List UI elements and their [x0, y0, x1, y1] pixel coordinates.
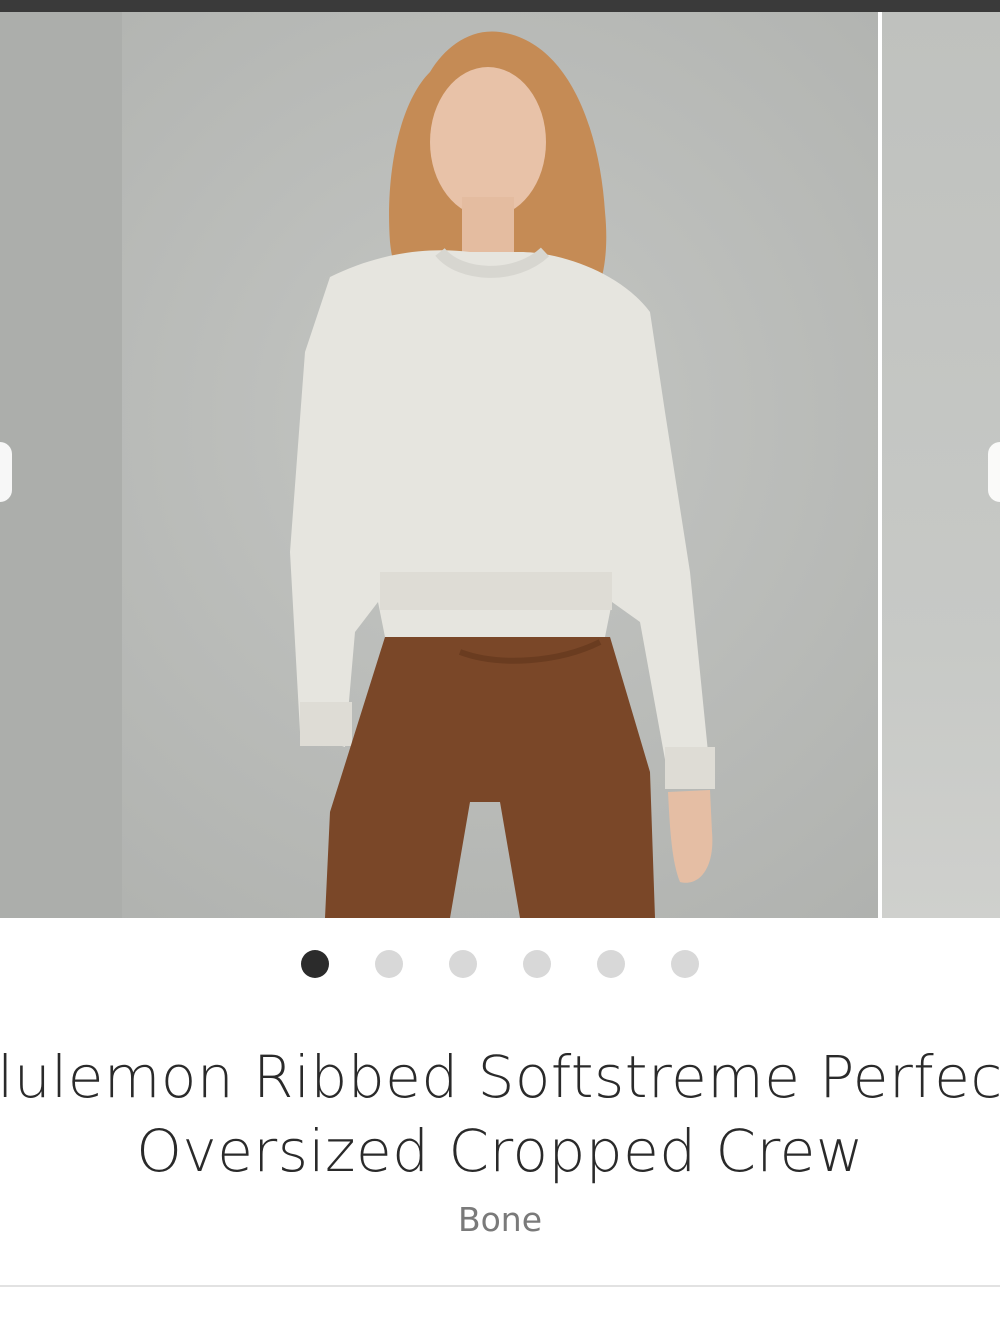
- product-image-main[interactable]: [0, 12, 878, 918]
- pagination-dot-4[interactable]: [523, 950, 551, 978]
- chevron-right-icon[interactable]: [988, 442, 1000, 502]
- chevron-left-icon[interactable]: [0, 442, 12, 502]
- product-title: ululemon Ribbed Softstreme Perfectl Over…: [0, 1040, 1000, 1188]
- image-carousel[interactable]: [0, 12, 1000, 918]
- section-divider: [0, 1285, 1000, 1287]
- product-title-line-2: Oversized Cropped Crew: [136, 1117, 864, 1185]
- top-bar: [0, 0, 1000, 12]
- pagination-dot-3[interactable]: [449, 950, 477, 978]
- pagination-dot-5[interactable]: [597, 950, 625, 978]
- pagination-dot-1[interactable]: [301, 950, 329, 978]
- product-color-name: Bone: [457, 1200, 543, 1239]
- product-title-line-1: ululemon Ribbed Softstreme Perfectl: [0, 1043, 1000, 1111]
- pagination-dot-6[interactable]: [671, 950, 699, 978]
- pagination-dot-2[interactable]: [375, 950, 403, 978]
- carousel-pagination: [0, 950, 1000, 978]
- model-photo: [290, 31, 715, 918]
- product-image-next[interactable]: [882, 12, 1000, 918]
